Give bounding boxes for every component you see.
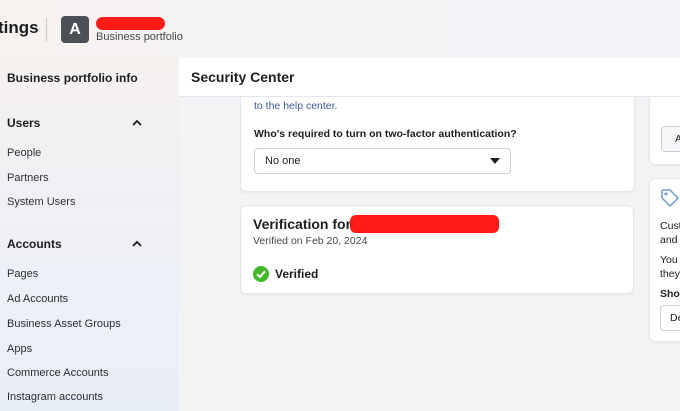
two-factor-card: to the help center. Who's required to tu… <box>240 97 635 192</box>
verification-date: Verified on Feb 20, 2024 <box>253 235 368 247</box>
sidebar-item-ad-accounts[interactable]: Ad Accounts <box>7 293 68 305</box>
right-top-card: A <box>649 97 680 165</box>
app-title: tings <box>0 18 39 37</box>
right-text-4: they <box>660 268 680 280</box>
right-card-button[interactable]: A <box>661 126 680 152</box>
sidebar-heading-accounts[interactable]: Accounts <box>7 237 62 251</box>
header-divider <box>46 18 47 42</box>
two-factor-requirement-select[interactable]: No one <box>254 148 511 174</box>
panel-header: Security Center <box>179 58 680 97</box>
sidebar: Business portfolio info Users People Par… <box>0 58 179 411</box>
sidebar-item-commerce-accounts[interactable]: Commerce Accounts <box>7 367 108 379</box>
verification-title: Verification for <box>253 216 352 232</box>
right-bottom-card: Cust and You they Sho De <box>649 178 680 342</box>
verification-status: Verified <box>253 266 318 282</box>
sidebar-item-partners[interactable]: Partners <box>7 172 49 184</box>
sidebar-heading-users[interactable]: Users <box>7 116 40 130</box>
help-center-link[interactable]: to the help center. <box>254 100 337 112</box>
sidebar-item-business-portfolio-info[interactable]: Business portfolio info <box>7 71 138 85</box>
sidebar-item-business-asset-groups[interactable]: Business Asset Groups <box>7 318 121 330</box>
two-factor-question: Who's required to turn on two-factor aut… <box>254 128 517 140</box>
right-input[interactable]: De <box>660 305 680 331</box>
right-text-2: and <box>660 234 678 246</box>
chevron-up-icon[interactable] <box>131 238 143 250</box>
page-title: Security Center <box>191 69 295 85</box>
right-card-button-label: A <box>675 133 680 145</box>
sidebar-item-people[interactable]: People <box>7 147 41 159</box>
verified-label: Verified <box>275 267 319 281</box>
tag-icon <box>661 189 679 207</box>
check-circle-icon <box>253 266 269 282</box>
right-bold-label: Sho <box>660 288 680 300</box>
sidebar-item-system-users[interactable]: System Users <box>7 196 75 208</box>
right-input-value: De <box>670 312 680 324</box>
top-bar: tings A Business portfolio <box>0 0 680 58</box>
caret-down-icon <box>490 158 500 164</box>
right-text-1: Cust <box>660 220 680 232</box>
portfolio-label[interactable]: Business portfolio <box>96 31 183 43</box>
select-value: No one <box>265 155 301 167</box>
sidebar-item-instagram-accounts[interactable]: Instagram accounts <box>7 391 103 403</box>
verification-card: Verification for Verified on Feb 20, 202… <box>240 205 634 294</box>
redacted-verification-name <box>350 215 499 233</box>
sidebar-item-apps[interactable]: Apps <box>7 343 32 355</box>
avatar[interactable]: A <box>61 16 89 43</box>
sidebar-item-pages[interactable]: Pages <box>7 268 38 280</box>
chevron-up-icon[interactable] <box>131 117 143 129</box>
right-text-3: You <box>660 254 678 266</box>
redacted-portfolio-name <box>96 17 165 30</box>
